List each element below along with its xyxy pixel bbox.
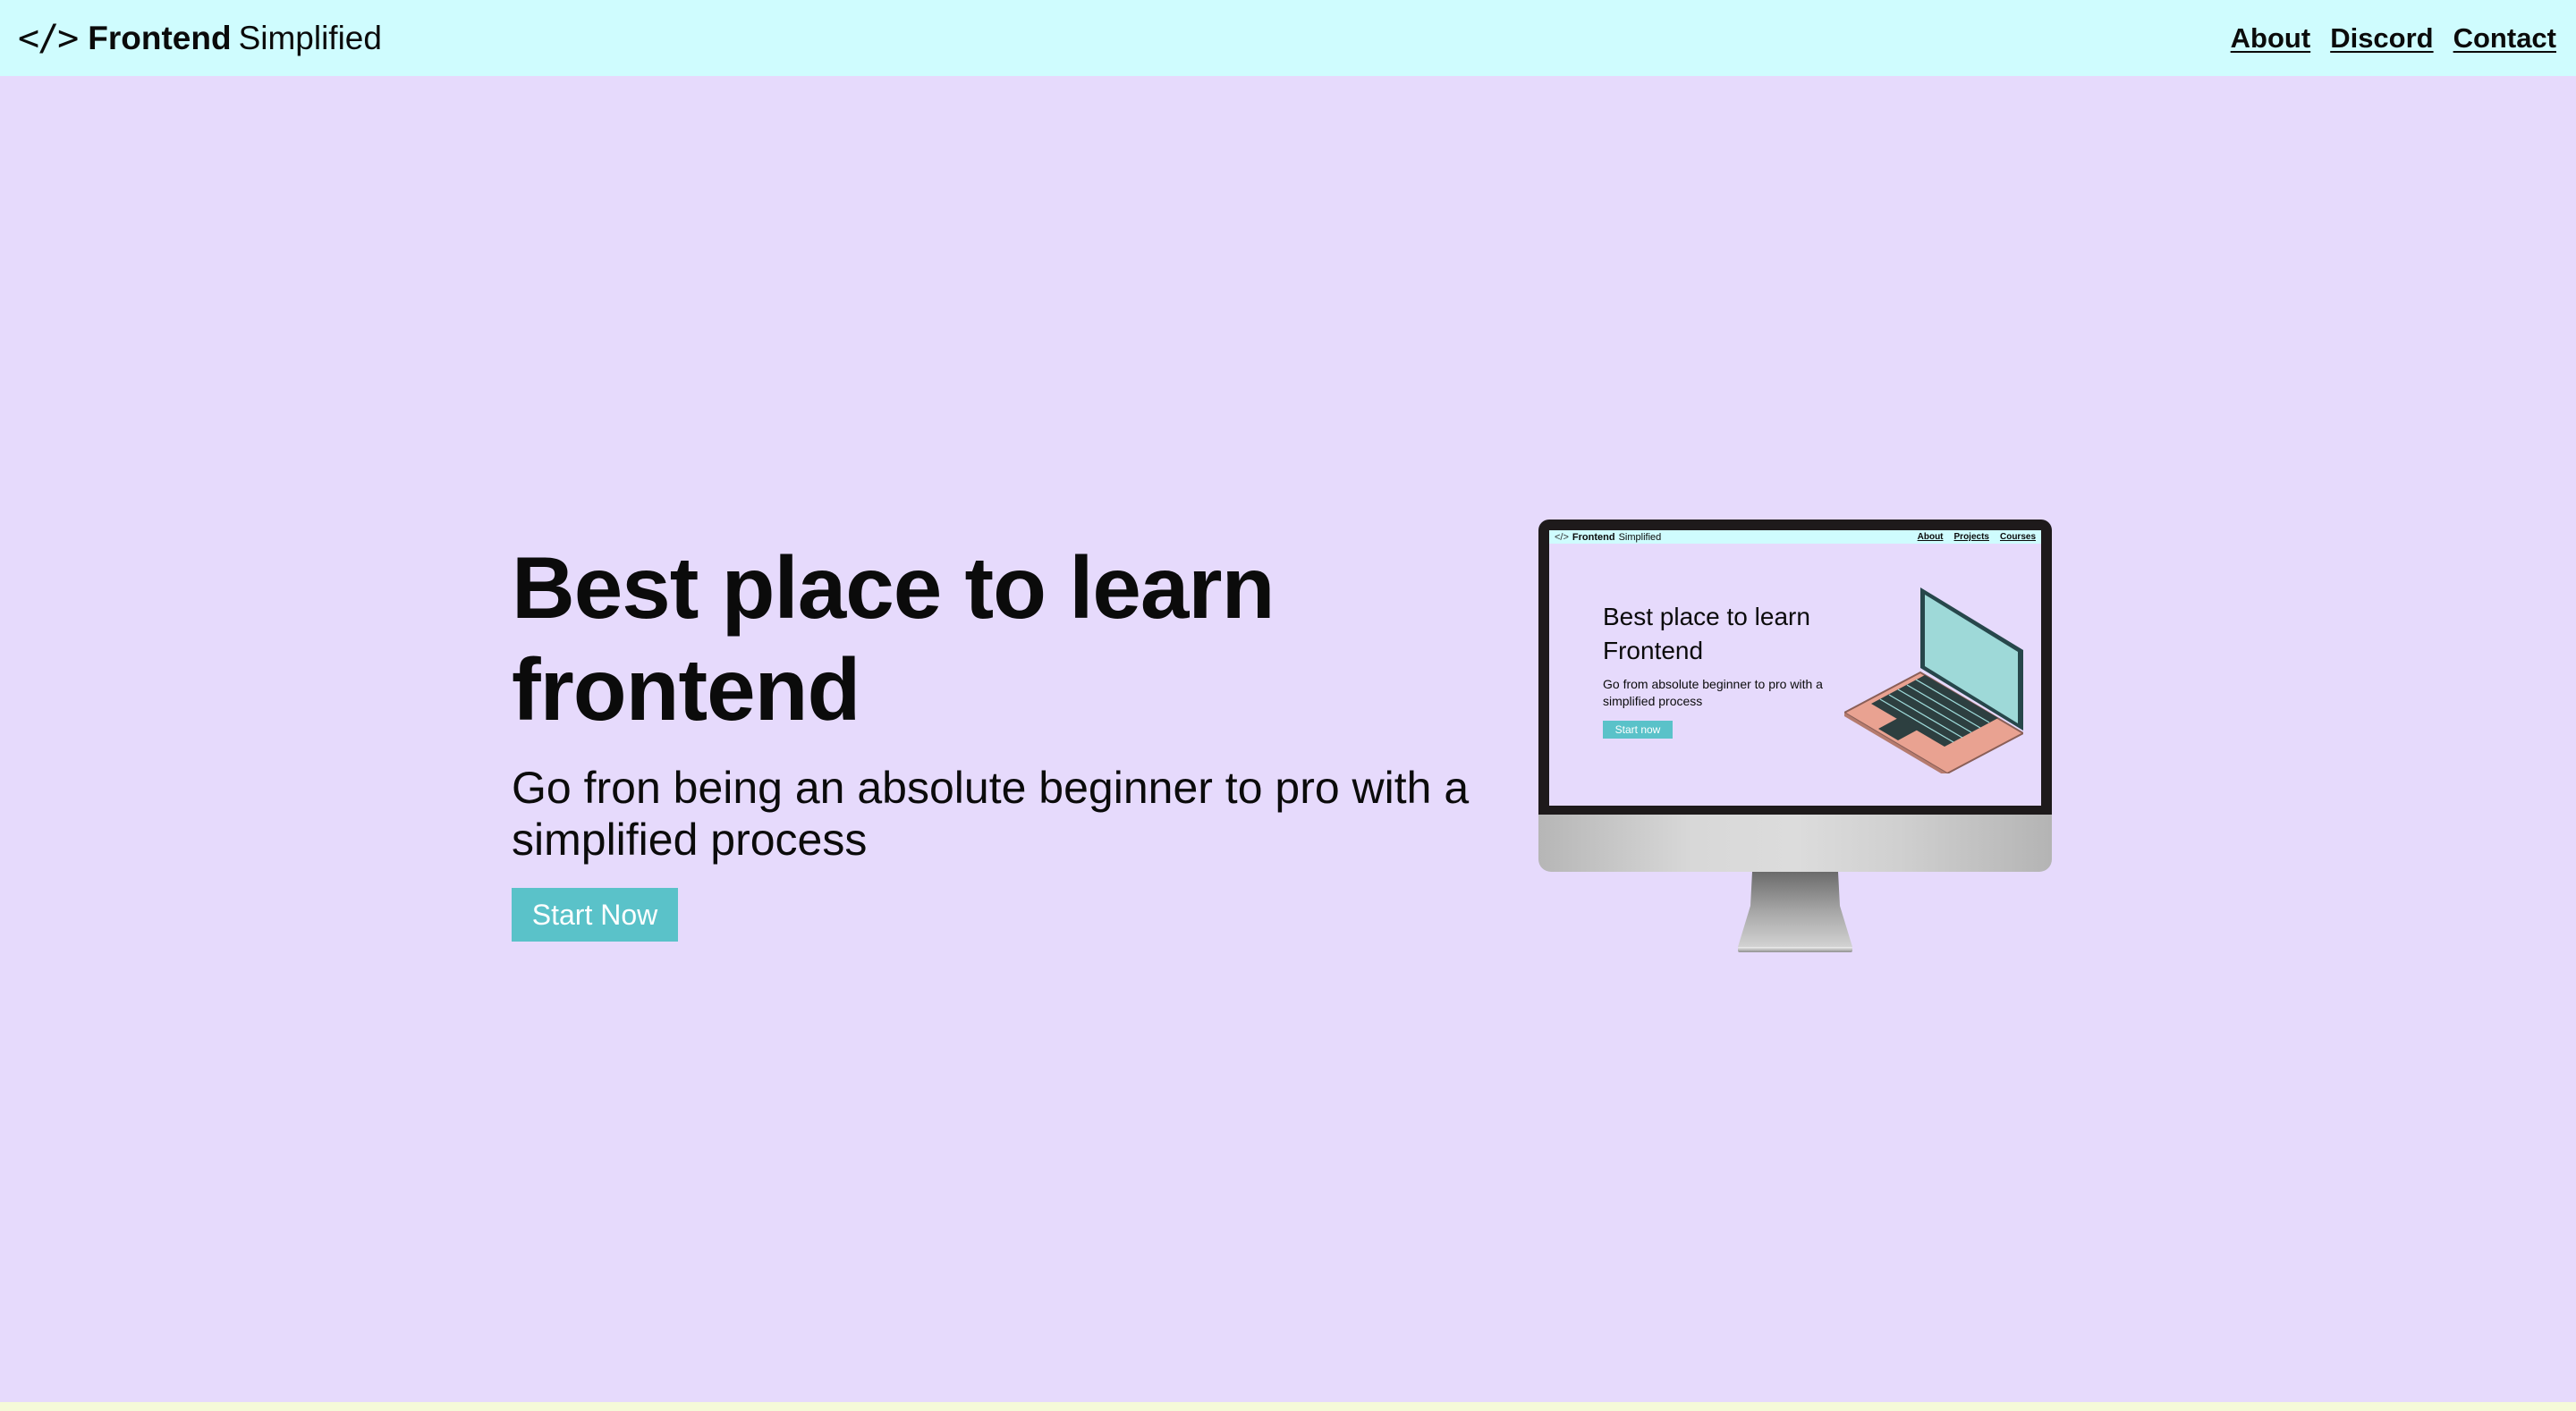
mini-code-icon: </> xyxy=(1555,531,1569,543)
mini-navbar: </> Frontend Simplified About Projects C… xyxy=(1549,530,2041,544)
monitor-illustration: </> Frontend Simplified About Projects C… xyxy=(1538,520,2052,954)
monitor-stand xyxy=(1738,872,1852,952)
monitor-bezel: </> Frontend Simplified About Projects C… xyxy=(1538,520,2052,815)
brand-name-bold: Frontend xyxy=(88,19,232,56)
mini-link-about: About xyxy=(1917,532,1944,542)
mini-brand-light: Simplified xyxy=(1618,531,1662,543)
mini-title-line-2: Frontend xyxy=(1603,637,1704,664)
hero-title-line-1: Best place to learn xyxy=(512,538,1275,637)
bottom-strip xyxy=(0,1402,2576,1411)
mini-nav-links: About Projects Courses xyxy=(1918,532,2036,542)
mini-link-projects: Projects xyxy=(1953,532,1989,542)
hero-subtitle-line-2: simplified process xyxy=(512,815,868,865)
mini-link-courses: Courses xyxy=(1999,532,2036,542)
mini-sub-line-2: simplified process xyxy=(1603,694,1703,708)
hero-subtitle: Go fron being an absolute beginner to pr… xyxy=(512,762,1496,866)
hero-section: Best place to learn frontend Go fron bei… xyxy=(512,537,1496,866)
laptop-icon xyxy=(1844,587,2023,773)
brand-logo[interactable]: </> Frontend Simplified xyxy=(18,18,382,59)
brand-name-light: Simplified xyxy=(238,19,382,56)
start-now-button[interactable]: Start Now xyxy=(512,888,678,942)
hero-title: Best place to learn frontend xyxy=(512,537,1496,740)
mini-sub-line-1: Go from absolute beginner to pro with a xyxy=(1603,677,1823,691)
hero-subtitle-line-1: Go fron being an absolute beginner to pr… xyxy=(512,763,1470,813)
monitor-screen: </> Frontend Simplified About Projects C… xyxy=(1549,530,2041,806)
top-navbar: </> Frontend Simplified About Discord Co… xyxy=(0,0,2576,76)
nav-link-contact[interactable]: Contact xyxy=(2453,22,2556,55)
mini-brand-bold: Frontend xyxy=(1572,531,1615,543)
mini-start-button: Start now xyxy=(1603,721,1673,739)
hero-title-line-2: frontend xyxy=(512,640,860,739)
nav-links: About Discord Contact xyxy=(2231,22,2556,55)
code-brackets-icon: </> xyxy=(18,17,79,59)
mini-subtitle: Go from absolute beginner to pro with a … xyxy=(1603,676,1871,710)
mini-title-line-1: Best place to learn xyxy=(1603,603,1810,630)
mini-title: Best place to learn Frontend xyxy=(1603,600,1871,668)
nav-link-discord[interactable]: Discord xyxy=(2330,22,2433,55)
monitor-chin xyxy=(1538,815,2052,872)
nav-link-about[interactable]: About xyxy=(2231,22,2311,55)
mini-brand: </> Frontend Simplified xyxy=(1555,532,1661,543)
